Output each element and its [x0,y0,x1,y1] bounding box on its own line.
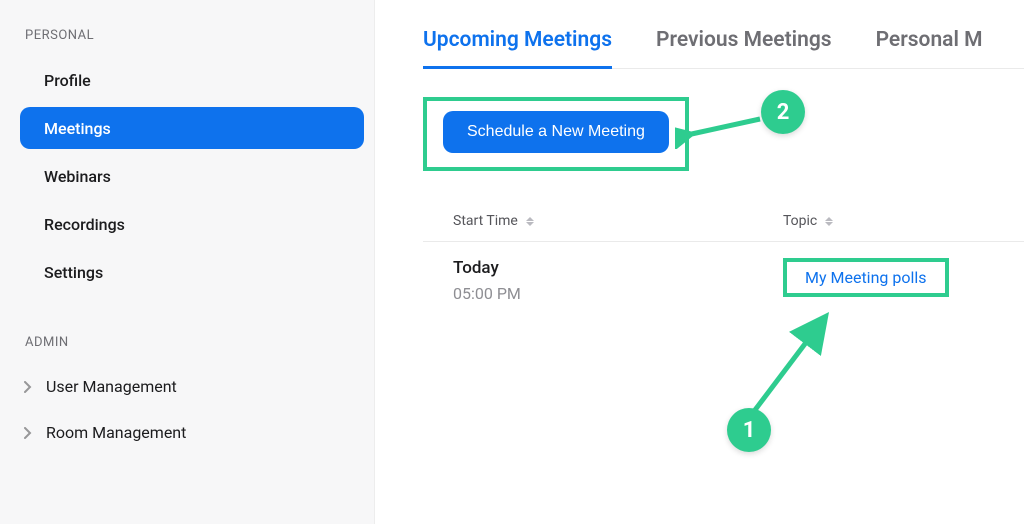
meeting-day: Today [453,258,783,278]
annotation-arrow-1 [735,310,855,420]
tab-upcoming[interactable]: Upcoming Meetings [423,22,612,69]
annotation-step-2: 2 [761,90,805,134]
sidebar-item-settings[interactable]: Settings [20,251,364,293]
meetings-tabs: Upcoming Meetings Previous Meetings Pers… [423,22,1024,69]
sidebar-item-label: User Management [46,377,177,396]
main-content: Upcoming Meetings Previous Meetings Pers… [375,0,1024,524]
sidebar-item-profile[interactable]: Profile [20,59,364,101]
column-label: Topic [783,213,817,229]
sidebar: PERSONAL Profile Meetings Webinars Recor… [0,0,375,524]
sidebar-item-recordings[interactable]: Recordings [20,203,364,245]
sidebar-item-label: Settings [44,263,103,282]
column-header-topic[interactable]: Topic [783,213,833,229]
annotation-box-topic: My Meeting polls [783,258,949,297]
sidebar-item-room-management[interactable]: Room Management [20,412,364,452]
sidebar-item-label: Room Management [46,423,186,442]
sidebar-item-label: Recordings [44,215,125,234]
cell-start-time: Today 05:00 PM [453,258,783,303]
meeting-topic-link[interactable]: My Meeting polls [805,268,927,287]
sidebar-item-meetings[interactable]: Meetings [20,107,364,149]
sidebar-section-personal: PERSONAL [20,28,364,43]
sidebar-item-label: Profile [44,71,91,90]
sidebar-section-admin: ADMIN [20,335,364,350]
column-label: Start Time [453,213,518,229]
schedule-meeting-button[interactable]: Schedule a New Meeting [443,111,669,153]
sidebar-item-user-management[interactable]: User Management [20,366,364,406]
column-header-start-time[interactable]: Start Time [453,213,783,229]
chevron-right-icon [24,427,34,437]
cell-topic: My Meeting polls [783,258,949,303]
tab-personal[interactable]: Personal M [876,22,983,68]
meetings-table-header: Start Time Topic [423,213,1024,242]
sidebar-item-label: Meetings [44,119,111,138]
table-row: Today 05:00 PM My Meeting polls [423,242,1024,303]
chevron-right-icon [24,381,34,391]
annotation-step-1: 1 [727,408,771,452]
annotation-box-schedule: Schedule a New Meeting [423,97,689,171]
sidebar-item-label: Webinars [44,167,111,186]
sidebar-item-webinars[interactable]: Webinars [20,155,364,197]
sort-icon [526,217,534,226]
tab-previous[interactable]: Previous Meetings [656,22,832,68]
sort-icon [825,217,833,226]
meeting-time: 05:00 PM [453,284,783,303]
